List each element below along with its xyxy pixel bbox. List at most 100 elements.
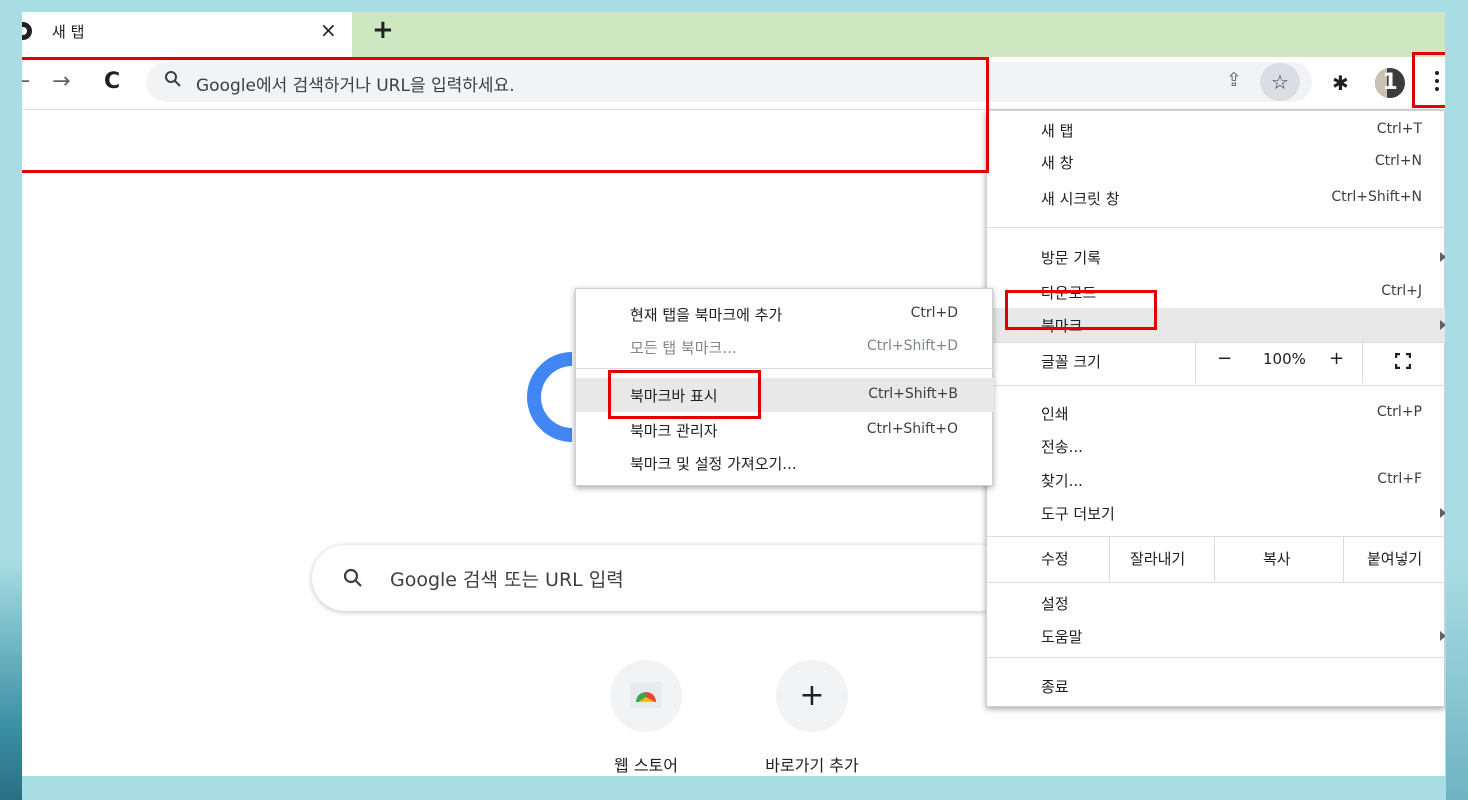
extensions-puzzle-icon[interactable]: ✱ xyxy=(1332,71,1349,95)
ntp-search-box[interactable]: Google 검색 또는 URL 입력 xyxy=(312,545,1012,611)
menu-separator xyxy=(987,582,1445,583)
menu-item-shortcut: Ctrl+T xyxy=(1376,121,1422,137)
menu-divider xyxy=(1362,339,1363,383)
menu-item-label: 종료 xyxy=(1041,678,1069,696)
menu-item-label: 방문 기록 xyxy=(1041,249,1101,267)
tab-new-tab[interactable]: 새 탭 × xyxy=(22,12,352,57)
menu-item-label: 찾기... xyxy=(1041,472,1083,490)
menu-item-incognito[interactable]: 새 시크릿 창 Ctrl+Shift+N xyxy=(987,181,1445,215)
submenu-arrow-icon xyxy=(1440,508,1445,518)
menu-item-label: 새 탭 xyxy=(1041,122,1074,140)
menu-item-help[interactable]: 도움말 xyxy=(987,619,1445,653)
menu-item-find[interactable]: 찾기... Ctrl+F xyxy=(987,463,1445,497)
submenu-item-label: 모든 탭 북마크... xyxy=(630,339,737,357)
plus-icon: + xyxy=(776,660,848,732)
tile-circle xyxy=(610,660,682,732)
submenu-arrow-icon xyxy=(1440,252,1445,262)
search-icon xyxy=(343,568,362,587)
menu-separator xyxy=(987,385,1445,386)
omnibox[interactable]: Google에서 검색하거나 URL을 입력하세요. ⇪ ☆ xyxy=(146,62,1312,102)
menu-item-more-tools[interactable]: 도구 더보기 xyxy=(987,496,1445,530)
menu-item-new-tab[interactable]: 새 탭 Ctrl+T xyxy=(987,113,1445,147)
submenu-item-shortcut: Ctrl+D xyxy=(910,305,958,321)
ntp-search-placeholder: Google 검색 또는 URL 입력 xyxy=(390,569,624,591)
submenu-arrow-icon xyxy=(1440,320,1445,330)
shortcut-label: 웹 스토어 xyxy=(614,756,678,775)
shortcut-add[interactable]: + 바로가기 추가 xyxy=(752,660,872,776)
toolbar: ← → C Google에서 검색하거나 URL을 입력하세요. ⇪ ☆ ✱ 1 xyxy=(22,57,1445,110)
menu-item-shortcut: Ctrl+P xyxy=(1376,404,1422,420)
menu-item-label: 새 창 xyxy=(1041,154,1074,172)
tab-close-icon[interactable]: × xyxy=(320,18,337,42)
menu-item-print[interactable]: 인쇄 Ctrl+P xyxy=(987,396,1445,430)
menu-item-downloads[interactable]: 다운로드 Ctrl+J xyxy=(987,275,1445,309)
back-arrow-icon[interactable]: ← xyxy=(22,69,30,94)
menu-divider xyxy=(1214,536,1215,582)
zoom-value: 100% xyxy=(1263,350,1306,368)
zoom-label: 글꼴 크기 xyxy=(1041,353,1101,371)
menu-divider xyxy=(1195,339,1196,383)
submenu-item-bookmark-all-tabs[interactable]: 모든 탭 북마크... Ctrl+Shift+D xyxy=(576,330,994,364)
menu-item-label: 설정 xyxy=(1041,595,1069,613)
tab-title: 새 탭 xyxy=(52,23,85,41)
shortcut-label: 바로가기 추가 xyxy=(765,756,859,775)
browser-window: 새 탭 × + ← → C Google에서 검색하거나 URL을 입력하세요.… xyxy=(22,12,1445,776)
forward-arrow-icon[interactable]: → xyxy=(52,69,70,94)
zoom-out-button[interactable]: − xyxy=(1217,348,1232,369)
submenu-item-label: 현재 탭을 북마크에 추가 xyxy=(630,306,783,324)
submenu-arrow-icon xyxy=(1440,631,1445,641)
submenu-item-bookmark-manager[interactable]: 북마크 관리자 Ctrl+Shift+O xyxy=(576,413,994,447)
menu-item-label: 새 시크릿 창 xyxy=(1041,190,1120,208)
menu-separator xyxy=(576,368,994,369)
zoom-in-button[interactable]: + xyxy=(1329,348,1344,369)
chrome-web-store-icon xyxy=(630,682,662,708)
cut-button[interactable]: 잘라내기 xyxy=(1130,548,1185,569)
submenu-item-label: 북마크 및 설정 가져오기... xyxy=(630,455,797,473)
menu-item-new-window[interactable]: 새 창 Ctrl+N xyxy=(987,145,1445,179)
bookmarks-submenu: 현재 탭을 북마크에 추가 Ctrl+D 모든 탭 북마크... Ctrl+Sh… xyxy=(575,288,994,486)
avatar[interactable]: 1 xyxy=(1375,68,1405,98)
menu-item-label: 도움말 xyxy=(1041,628,1083,646)
edit-label: 수정 xyxy=(1041,550,1069,568)
share-icon[interactable]: ⇪ xyxy=(1226,69,1242,91)
menu-item-shortcut: Ctrl+J xyxy=(1381,283,1422,299)
submenu-item-import-bookmarks[interactable]: 북마크 및 설정 가져오기... xyxy=(576,446,994,480)
submenu-item-show-bookmarks-bar[interactable]: 북마크바 표시 Ctrl+Shift+B xyxy=(576,378,994,412)
menu-item-label: 북마크 xyxy=(1041,317,1083,335)
fullscreen-icon[interactable] xyxy=(1395,353,1411,369)
submenu-item-bookmark-this-tab[interactable]: 현재 탭을 북마크에 추가 Ctrl+D xyxy=(576,297,994,331)
menu-item-label: 전송... xyxy=(1041,438,1083,456)
menu-item-settings[interactable]: 설정 xyxy=(987,586,1445,620)
edit-row: 수정 잘라내기 복사 붙여넣기 xyxy=(987,536,1445,582)
menu-item-label: 도구 더보기 xyxy=(1041,505,1115,523)
menu-item-bookmarks[interactable]: 북마크 xyxy=(987,308,1445,342)
submenu-item-shortcut: Ctrl+Shift+D xyxy=(867,338,958,354)
submenu-item-shortcut: Ctrl+Shift+B xyxy=(868,386,958,402)
menu-kebab-icon[interactable] xyxy=(1427,67,1445,97)
menu-separator xyxy=(987,227,1445,228)
submenu-item-label: 북마크 관리자 xyxy=(630,422,718,440)
reload-icon[interactable]: C xyxy=(104,69,120,94)
menu-divider xyxy=(1109,536,1110,582)
avatar-text: 1 xyxy=(1382,70,1398,95)
chrome-main-menu: 새 탭 Ctrl+T 새 창 Ctrl+N 새 시크릿 창 Ctrl+Shift… xyxy=(986,110,1445,707)
shortcut-web-store[interactable]: 웹 스토어 xyxy=(586,660,706,776)
menu-item-shortcut: Ctrl+F xyxy=(1377,471,1422,487)
search-icon xyxy=(165,71,181,87)
menu-separator xyxy=(987,657,1445,658)
new-tab-button[interactable]: + xyxy=(372,15,394,45)
submenu-item-label: 북마크바 표시 xyxy=(630,387,718,405)
menu-item-label: 다운로드 xyxy=(1041,284,1097,302)
menu-item-history[interactable]: 방문 기록 xyxy=(987,240,1445,274)
menu-item-cast[interactable]: 전송... xyxy=(987,429,1445,463)
menu-item-exit[interactable]: 종료 xyxy=(987,669,1445,703)
bookmark-star-icon[interactable]: ☆ xyxy=(1260,63,1300,101)
chrome-favicon-icon xyxy=(22,22,32,40)
paste-button[interactable]: 붙여넣기 xyxy=(1367,548,1422,569)
frame-decoration-right xyxy=(1446,560,1468,800)
tab-strip: 새 탭 × + xyxy=(22,12,1445,57)
copy-button[interactable]: 복사 xyxy=(1263,548,1291,569)
menu-item-label: 인쇄 xyxy=(1041,405,1069,423)
menu-divider xyxy=(1343,536,1344,582)
menu-item-shortcut: Ctrl+Shift+N xyxy=(1331,189,1422,205)
